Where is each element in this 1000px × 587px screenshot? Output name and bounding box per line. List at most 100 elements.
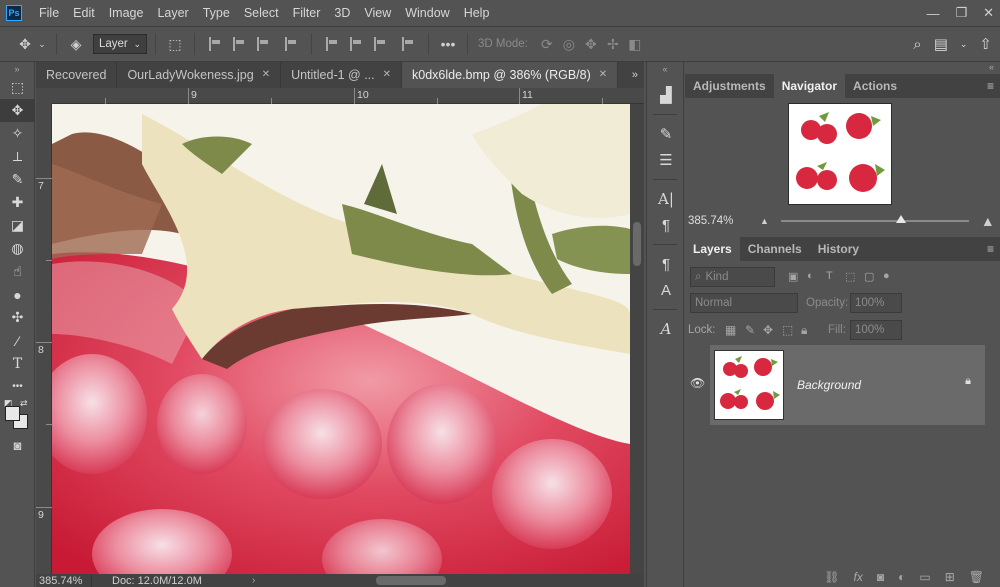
share-icon[interactable]: ⇧ (979, 35, 992, 53)
panel-menu-icon[interactable]: ≡ (987, 237, 994, 261)
color-swatches[interactable]: ◩ ⇄ (0, 398, 35, 438)
menu-type[interactable]: Type (196, 0, 237, 26)
chevron-down-icon[interactable]: ⌄ (960, 39, 968, 50)
layer-name[interactable]: Background (797, 378, 861, 392)
eraser-tool-icon[interactable]: ◪ (0, 214, 35, 237)
filter-type-icon[interactable]: T (826, 270, 833, 282)
vertical-scrollbar[interactable] (630, 104, 644, 574)
transform-controls-icon[interactable]: ⬚ (164, 36, 186, 53)
eyedropper-icon[interactable]: ⁄ (0, 329, 35, 352)
navigator-zoom-slider[interactable] (780, 215, 969, 223)
paragraph-icon[interactable]: ¶ (647, 212, 685, 238)
link-layers-icon[interactable]: ⛓︎ (824, 570, 839, 584)
add-mask-icon[interactable]: ◙ (877, 570, 884, 584)
histogram-icon[interactable]: ▟ (647, 82, 685, 108)
toolbar-collapse-icon[interactable]: » (0, 62, 34, 76)
menu-edit[interactable]: Edit (66, 0, 102, 26)
align-middle-icon[interactable] (350, 37, 362, 51)
paragraph-styles-icon[interactable]: ¶ (647, 251, 685, 277)
dodge-tool-icon[interactable]: ● (0, 283, 35, 306)
brush-settings-icon[interactable]: ✎ (647, 121, 685, 147)
tab-navigator[interactable]: Navigator (773, 74, 846, 98)
ruler-horizontal[interactable]: 9 10 11 (52, 88, 644, 104)
menu-help[interactable]: Help (457, 0, 497, 26)
tab-actions[interactable]: Actions (845, 74, 905, 98)
filter-adjustment-icon[interactable]: ◐ (807, 270, 814, 282)
navigator-preview[interactable] (788, 103, 892, 205)
ruler-corner[interactable] (36, 88, 52, 104)
fx-icon[interactable]: fx (854, 570, 863, 584)
filter-toggle-icon[interactable]: ● (883, 270, 890, 282)
restore-icon[interactable]: ❐ (955, 5, 967, 21)
tab-ourladywokeness[interactable]: OurLadyWokeness.jpg ✕ (117, 62, 282, 88)
zoom-out-icon[interactable]: ▲ (760, 216, 769, 226)
more-tools-icon[interactable]: ••• (0, 375, 35, 398)
tab-history[interactable]: History (810, 237, 867, 261)
layer-lock-icon[interactable]: 🔒︎ (965, 375, 971, 388)
menu-filter[interactable]: Filter (286, 0, 328, 26)
healing-brush-icon[interactable]: ✚ (0, 191, 35, 214)
align-top-icon[interactable] (326, 37, 338, 51)
panels-collapse-icon[interactable]: « (989, 62, 994, 72)
character-icon[interactable]: A| (647, 186, 685, 212)
opacity-input[interactable]: 100% (850, 293, 902, 313)
menu-3d[interactable]: 3D (327, 0, 357, 26)
tab-recovered[interactable]: Recovered (36, 62, 118, 88)
distribute-vertical-icon[interactable] (402, 37, 414, 51)
tab-k0dx6lde[interactable]: k0dx6lde.bmp @ 386% (RGB/8) ✕ (402, 62, 619, 88)
glyphs-icon[interactable]: A (647, 316, 685, 342)
lock-all-icon[interactable]: 🔒︎ (801, 323, 807, 338)
crop-tool-icon[interactable]: ⟂ (0, 145, 35, 168)
tabs-overflow-icon[interactable]: » (632, 62, 638, 88)
align-right-icon[interactable] (257, 37, 269, 51)
adjustment-layer-icon[interactable]: ◐ (898, 570, 905, 584)
menu-file[interactable]: File (32, 0, 66, 26)
search-icon[interactable]: ⌕ (913, 36, 921, 53)
blend-mode-dropdown[interactable]: Normal (690, 293, 798, 313)
align-center-icon[interactable] (233, 37, 245, 51)
delete-icon[interactable]: 🗑︎ (969, 570, 984, 584)
strip-collapse-icon[interactable]: « (647, 62, 683, 76)
menu-layer[interactable]: Layer (150, 0, 195, 26)
swap-colors-icon[interactable]: ⇄ (20, 398, 28, 409)
lock-image-icon[interactable]: ✎ (745, 323, 755, 337)
3d-orbit-icon[interactable]: ⟳ (536, 36, 558, 53)
zoom-in-icon[interactable]: ▲ (981, 213, 995, 229)
chevron-right-icon[interactable]: › (252, 575, 255, 586)
zoom-slider-knob[interactable] (896, 215, 907, 223)
close-icon[interactable]: ✕ (383, 62, 391, 88)
brush-tool-icon[interactable]: ✎ (0, 168, 35, 191)
adjust-sliders-icon[interactable]: ☰ (647, 147, 685, 173)
panel-menu-icon[interactable]: ≡ (987, 74, 994, 98)
new-layer-icon[interactable]: ⊞ (945, 570, 955, 584)
menu-select[interactable]: Select (237, 0, 286, 26)
auto-select-layers-icon[interactable]: ◈ (65, 36, 87, 53)
horizontal-scrollbar-thumb[interactable] (376, 576, 446, 585)
lock-position-icon[interactable]: ✥ (763, 323, 773, 337)
close-icon[interactable]: ✕ (262, 62, 270, 88)
scrollbar-thumb[interactable] (633, 222, 641, 266)
lock-transparent-icon[interactable]: ▦ (725, 323, 736, 337)
distribute-icon[interactable] (285, 37, 297, 51)
character-styles-icon[interactable]: A (647, 277, 685, 303)
menu-window[interactable]: Window (398, 0, 456, 26)
tab-adjustments[interactable]: Adjustments (685, 74, 774, 98)
3d-pan-icon[interactable]: ✥ (580, 36, 602, 53)
align-left-icon[interactable] (209, 37, 221, 51)
group-icon[interactable]: ▭ (919, 570, 930, 584)
type-tool-icon[interactable]: T (0, 352, 35, 375)
dropdown-chevron-icon[interactable]: ⌄ (36, 39, 48, 50)
3d-scale-icon[interactable]: ◧ (624, 36, 646, 53)
ruler-vertical[interactable]: 7 8 9 (36, 104, 52, 574)
filter-shape-icon[interactable]: ⬚ (845, 270, 855, 283)
layer-kind-filter[interactable]: ⌕ Kind (690, 267, 775, 287)
quick-mask-icon[interactable]: ◙ (0, 438, 35, 453)
navigator-zoom-value[interactable]: 385.74% (688, 215, 746, 227)
align-bottom-icon[interactable] (374, 37, 386, 51)
3d-slide-icon[interactable]: ✢ (602, 36, 624, 53)
fill-input[interactable]: 100% (850, 320, 902, 340)
more-options-icon[interactable]: ••• (437, 36, 459, 52)
workspace-icon[interactable]: ▤ (934, 35, 948, 53)
tab-layers[interactable]: Layers (685, 237, 740, 261)
close-icon[interactable]: ✕ (599, 62, 607, 88)
